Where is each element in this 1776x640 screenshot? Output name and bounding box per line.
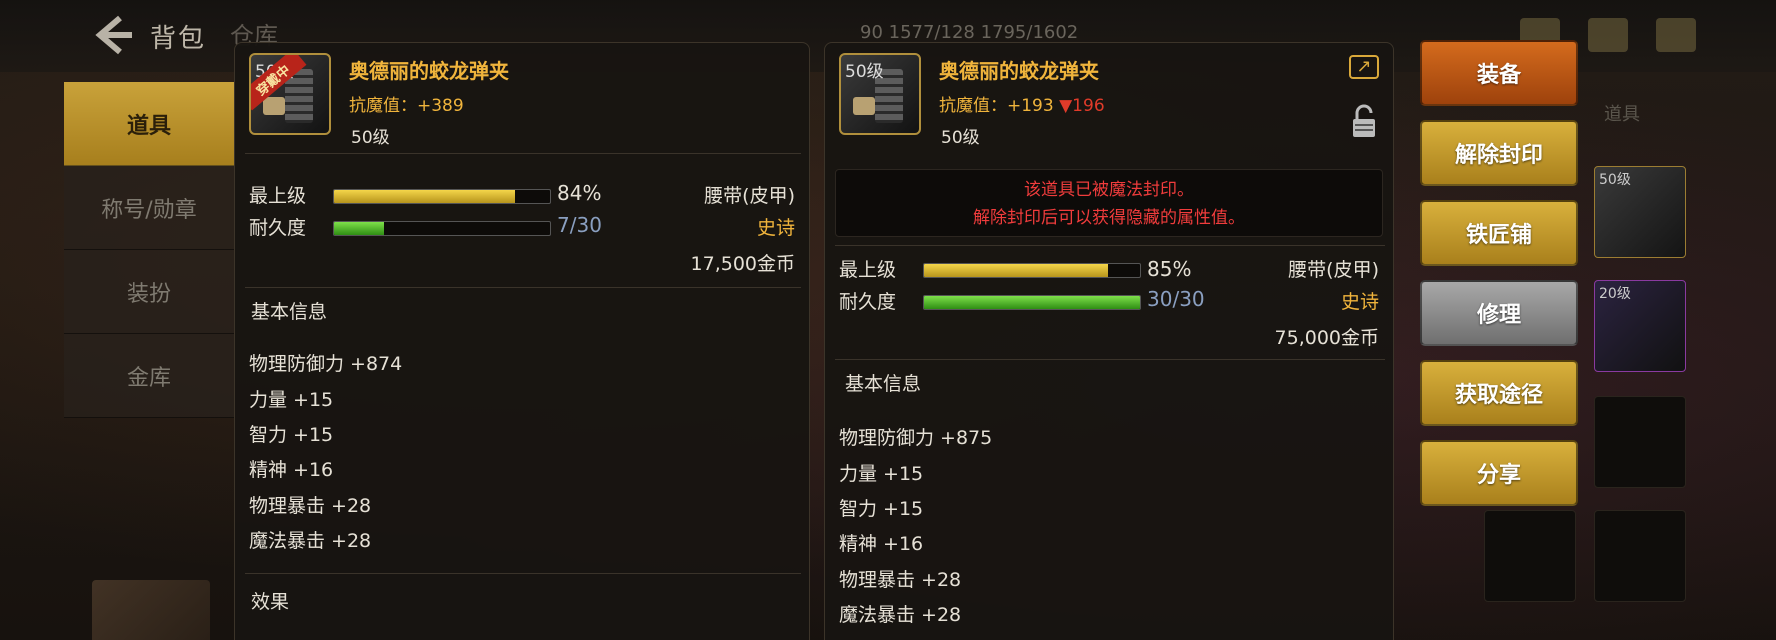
- inventory-slot[interactable]: [1594, 510, 1686, 602]
- basic-info-title: 基本信息: [845, 373, 922, 395]
- left-menu: 道具 称号/勋章 装扮 金库: [64, 82, 234, 418]
- max-level-bar: [923, 263, 1141, 278]
- durability-value: 30/30: [1147, 287, 1205, 311]
- attribute: 物理防御力 +875: [839, 427, 993, 449]
- max-level-percent: 85%: [1147, 257, 1192, 281]
- item-level-badge: 50级: [845, 62, 884, 82]
- magic-resist-value: 抗魔值：+193: [939, 96, 1054, 116]
- rarity: 史诗: [756, 217, 795, 239]
- rarity: 史诗: [1340, 291, 1379, 313]
- item-level: 50级: [941, 128, 980, 148]
- unseal-button[interactable]: 解除封印: [1420, 120, 1578, 186]
- repair-button[interactable]: 修理: [1420, 280, 1578, 346]
- attribute: 力量 +15: [249, 389, 334, 411]
- compare-item-panel: 50级 奥德丽的蛟龙弹夹 抗魔值：+193 ▼196 50级 ↗ 该道具已被魔法…: [824, 42, 1394, 640]
- character-thumbnail[interactable]: [92, 580, 210, 640]
- attribute: 物理暴击 +28: [839, 569, 962, 591]
- max-level-label: 最上级: [249, 185, 307, 207]
- attribute: 魔法暴击 +28: [839, 604, 962, 626]
- max-level-percent: 84%: [557, 181, 602, 205]
- attribute: 物理暴击 +28: [249, 495, 372, 517]
- divider: [245, 573, 801, 574]
- share-icon[interactable]: ↗: [1349, 55, 1379, 79]
- effect-title: 效果: [251, 591, 290, 613]
- magic-resist: 抗魔值：+389: [349, 96, 464, 116]
- back-arrow-icon[interactable]: [90, 12, 134, 58]
- item-name: 奥德丽的蛟龙弹夹: [349, 59, 509, 83]
- sealed-notice: 该道具已被魔法封印。 解除封印后可以获得隐藏的属性值。: [835, 169, 1383, 237]
- item-type: 腰带(皮甲): [704, 185, 795, 207]
- chat-icon[interactable]: [1656, 18, 1696, 52]
- attribute: 力量 +15: [839, 463, 924, 485]
- menu-item-items[interactable]: 道具: [64, 82, 234, 166]
- divider: [245, 287, 801, 288]
- divider: [835, 359, 1385, 360]
- attribute: 精神 +16: [839, 533, 924, 555]
- item-level: 50级: [351, 128, 390, 148]
- attribute: 物理防御力 +874: [249, 353, 403, 375]
- obtain-route-button[interactable]: 获取途径: [1420, 360, 1578, 426]
- equipped-item-panel: 50级 穿戴中 奥德丽的蛟龙弹夹 抗魔值：+389 50级 最上级 84% 腰带…: [234, 42, 810, 640]
- durability-bar: [333, 221, 551, 236]
- item-price: 75,000金币: [1274, 327, 1379, 349]
- item-type: 腰带(皮甲): [1288, 259, 1379, 281]
- menu-item-avatar[interactable]: 装扮: [64, 250, 234, 334]
- equip-button[interactable]: 装备: [1420, 40, 1578, 106]
- sealed-line-1: 该道具已被魔法封印。: [1024, 180, 1194, 200]
- belt-item-icon: 50级 穿戴中: [249, 53, 331, 135]
- durability-label: 耐久度: [839, 291, 897, 313]
- slot-level-badge: 50级: [1599, 172, 1631, 188]
- durability-label: 耐久度: [249, 217, 307, 239]
- item-price: 17,500金币: [690, 253, 795, 275]
- attribute: 精神 +16: [249, 459, 334, 481]
- menu-item-titles[interactable]: 称号/勋章: [64, 166, 234, 250]
- inventory-slot[interactable]: [1484, 510, 1576, 602]
- divider: [245, 153, 801, 154]
- max-level-bar: [333, 189, 551, 204]
- mail-icon[interactable]: [1588, 18, 1628, 52]
- basic-info-title: 基本信息: [251, 301, 328, 323]
- blacksmith-button[interactable]: 铁匠铺: [1420, 200, 1578, 266]
- belt-item-icon: 50级: [839, 53, 921, 135]
- lock-icon: [1351, 103, 1377, 139]
- magic-resist: 抗魔值：+193 ▼196: [939, 91, 1105, 116]
- share-button[interactable]: 分享: [1420, 440, 1578, 506]
- durability-bar: [923, 295, 1141, 310]
- max-level-label: 最上级: [839, 259, 897, 281]
- sealed-line-2: 解除封印后可以获得隐藏的属性值。: [973, 208, 1245, 228]
- menu-item-vault[interactable]: 金库: [64, 334, 234, 418]
- slot-level-badge: 20级: [1599, 286, 1631, 302]
- item-name: 奥德丽的蛟龙弹夹: [939, 59, 1099, 83]
- inventory-slot[interactable]: [1594, 396, 1686, 488]
- tab-items-bg[interactable]: 道具: [1604, 100, 1640, 126]
- inventory-slot[interactable]: 50级: [1594, 166, 1686, 258]
- attribute: 魔法暴击 +28: [249, 530, 372, 552]
- inventory-slot[interactable]: 20级: [1594, 280, 1686, 372]
- page-title: 背包: [150, 24, 207, 54]
- divider: [835, 245, 1385, 246]
- attribute: 智力 +15: [839, 498, 924, 520]
- magic-resist-diff: ▼196: [1059, 96, 1105, 116]
- currency-stats: 90 1577/128 1795/1602: [860, 22, 1079, 43]
- attribute: 智力 +15: [249, 424, 334, 446]
- durability-value: 7/30: [557, 213, 602, 237]
